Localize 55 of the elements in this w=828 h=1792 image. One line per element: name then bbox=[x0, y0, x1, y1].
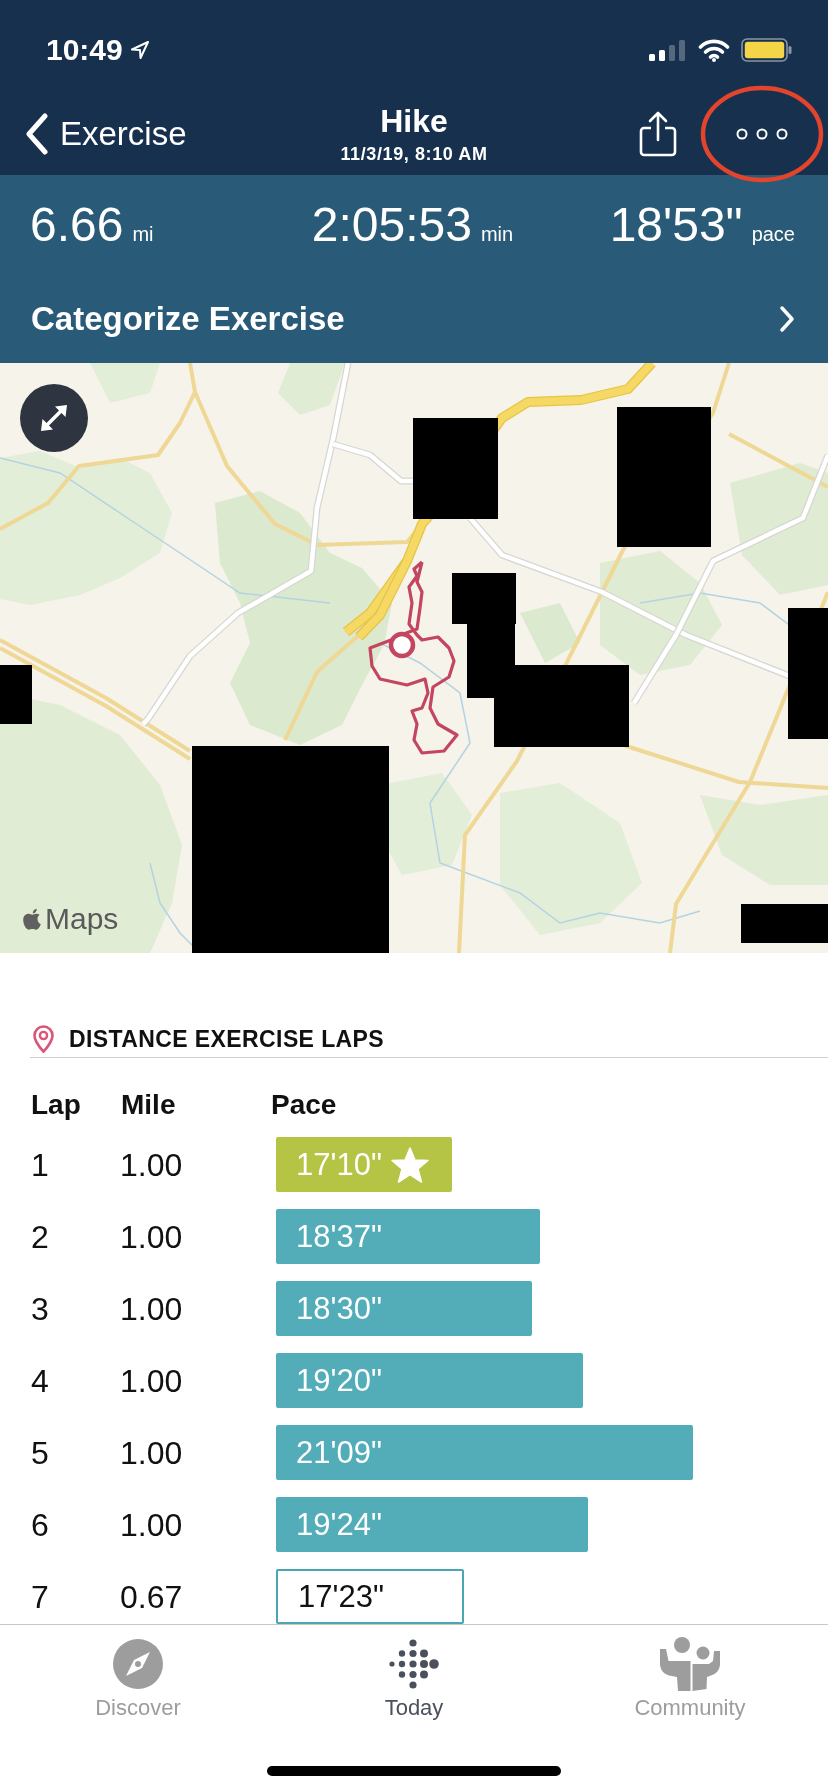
ellipsis-icon bbox=[736, 126, 788, 141]
share-icon bbox=[638, 109, 678, 158]
lap-number: 2 bbox=[31, 1217, 50, 1256]
dot-grid-icon bbox=[389, 1639, 439, 1689]
lap-distance: 1.00 bbox=[120, 1217, 184, 1256]
lap-number: 4 bbox=[31, 1361, 50, 1400]
column-header: Pace bbox=[271, 1088, 337, 1122]
lap-distance: 1.00 bbox=[120, 1433, 184, 1472]
lap-number: 6 bbox=[31, 1505, 50, 1544]
pace-value: 17'10" bbox=[296, 1146, 382, 1183]
lap-number: 7 bbox=[31, 1577, 50, 1616]
column-header: Lap bbox=[31, 1088, 82, 1122]
location-pin-icon bbox=[33, 1025, 54, 1053]
wifi-icon bbox=[698, 38, 730, 62]
star-icon bbox=[390, 1146, 429, 1183]
pace-value: 18'30" bbox=[296, 1290, 382, 1327]
nav-title: Hike bbox=[380, 102, 448, 139]
stat-value: 18'53" bbox=[609, 197, 743, 253]
stat-value: 2:05:53 bbox=[311, 197, 472, 253]
stat-unit: mi bbox=[132, 222, 154, 246]
nav-subtitle: 11/3/19, 8:10 AM bbox=[340, 142, 488, 165]
chevron-right-icon bbox=[779, 305, 795, 333]
start-marker-icon bbox=[388, 631, 416, 659]
people-icon bbox=[659, 1637, 721, 1691]
battery-icon bbox=[741, 38, 793, 62]
section-title: DISTANCE EXERCISE LAPS bbox=[69, 1025, 385, 1053]
lap-distance: 1.00 bbox=[120, 1289, 184, 1328]
pace-value: 21'09" bbox=[296, 1434, 382, 1471]
map-attribution: Maps bbox=[45, 902, 119, 936]
lap-distance: 1.00 bbox=[120, 1361, 184, 1400]
lap-number: 1 bbox=[31, 1145, 50, 1184]
lap-number: 5 bbox=[31, 1433, 50, 1472]
compass-icon bbox=[113, 1639, 163, 1689]
stat-unit: min bbox=[480, 222, 514, 246]
lap-distance: 1.00 bbox=[120, 1145, 184, 1184]
categorize-exercise-row[interactable]: Categorize Exercise bbox=[0, 275, 828, 363]
status-time: 10:49 bbox=[46, 32, 123, 68]
apple-icon bbox=[21, 906, 43, 932]
pace-value: 18'37" bbox=[296, 1218, 382, 1255]
tab-button[interactable]: Today bbox=[380, 1638, 448, 1721]
stat-unit: pace bbox=[751, 222, 795, 246]
lap-distance: 1.00 bbox=[120, 1505, 184, 1544]
back-button[interactable]: Exercise bbox=[0, 112, 191, 155]
pace-value: 19'20" bbox=[296, 1362, 382, 1399]
chevron-left-icon bbox=[26, 112, 48, 155]
pace-value: 17'23" bbox=[298, 1578, 384, 1615]
pace-value: 19'24" bbox=[296, 1506, 382, 1543]
redaction-block bbox=[0, 665, 32, 724]
lap-distance: 0.67 bbox=[120, 1577, 184, 1616]
signal-icon bbox=[649, 39, 687, 61]
location-arrow-icon bbox=[129, 40, 150, 60]
lap-number: 3 bbox=[31, 1289, 50, 1328]
column-header: Mile bbox=[121, 1088, 177, 1122]
park-area bbox=[520, 603, 580, 663]
stat-value: 6.66 bbox=[30, 197, 124, 253]
